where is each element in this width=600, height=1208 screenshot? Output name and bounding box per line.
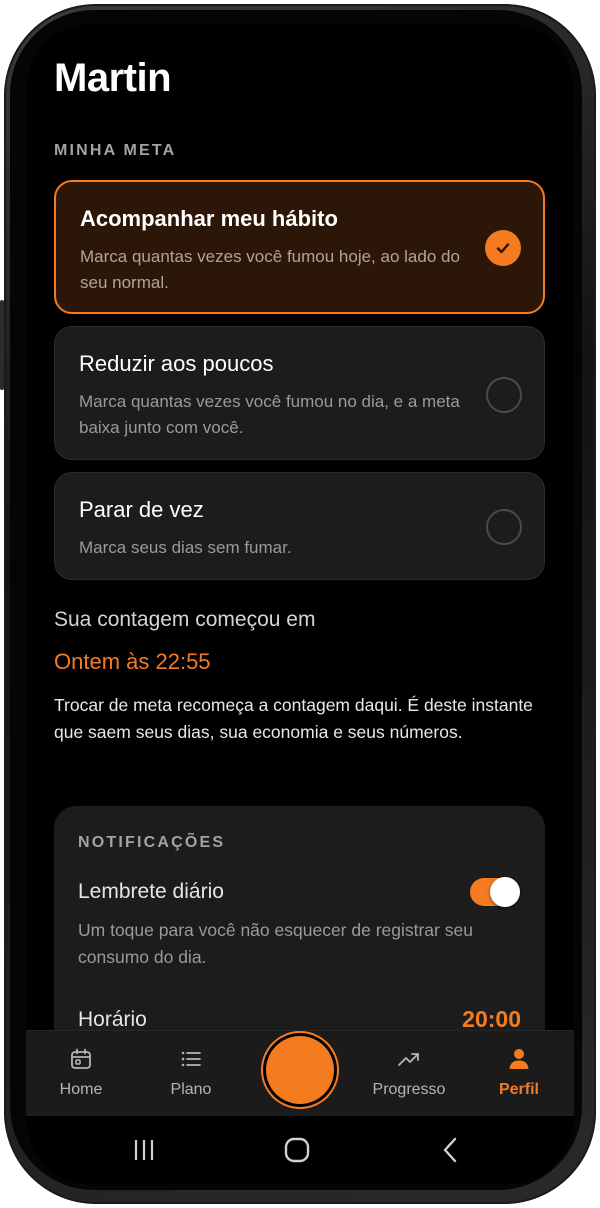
goal-option-track-habit[interactable]: Acompanhar meu hábito Marca quantas veze…: [54, 180, 545, 314]
back-icon[interactable]: [431, 1130, 471, 1170]
tab-label: Home: [59, 1081, 103, 1098]
calendar-icon: [71, 1048, 91, 1069]
daily-reminder-label: Lembrete diário: [78, 880, 224, 903]
goal-option-description: Marca quantas vezes você fumou hoje, ao …: [80, 247, 460, 292]
daily-reminder-description: Um toque para você não esquecer de regis…: [78, 920, 473, 967]
tab-plano[interactable]: Plano: [136, 1031, 246, 1117]
tab-label: Perfil: [498, 1081, 539, 1098]
home-icon[interactable]: [277, 1130, 317, 1170]
system-navigation-bar: [26, 1116, 574, 1184]
recents-icon[interactable]: [124, 1130, 164, 1170]
tab-home[interactable]: Home: [26, 1031, 136, 1117]
tab-perfil[interactable]: Perfil: [464, 1031, 574, 1117]
phone-side-button: [0, 300, 4, 390]
list-icon: [181, 1051, 201, 1067]
daily-reminder-toggle[interactable]: [470, 877, 520, 907]
page-title: Martin: [54, 56, 172, 100]
reminder-time-value[interactable]: 20:00: [462, 1006, 521, 1033]
goal-option-reduce-gradually[interactable]: Reduzir aos poucos Marca quantas vezes v…: [54, 326, 545, 460]
radio-unchecked-icon[interactable]: [486, 377, 522, 413]
goal-option-description: Marca quantas vezes você fumou no dia, e…: [79, 392, 460, 437]
record-circle-button[interactable]: [266, 1036, 334, 1104]
tab-progresso[interactable]: Progresso: [354, 1031, 464, 1117]
radio-unchecked-icon[interactable]: [486, 509, 522, 545]
goal-option-description: Marca seus dias sem fumar.: [79, 538, 292, 557]
tab-label: Plano: [170, 1081, 212, 1098]
app-screen: Martin MINHA META Acompanhar meu hábito …: [26, 24, 574, 1184]
reminder-time-label: Horário: [78, 1008, 147, 1031]
goal-option-quit[interactable]: Parar de vez Marca seus dias sem fumar.: [54, 472, 545, 580]
count-start-value[interactable]: Ontem às 22:55: [54, 649, 211, 675]
trending-up-icon: [398, 1053, 419, 1066]
count-start-label: Sua contagem começou em: [54, 608, 316, 631]
goal-option-title: Acompanhar meu hábito: [80, 206, 338, 231]
radio-checked-icon[interactable]: [485, 230, 521, 266]
goal-section-label: MINHA META: [54, 142, 177, 159]
toggle-knob: [490, 877, 520, 907]
notifications-section-label: NOTIFICAÇÕES: [78, 834, 226, 851]
person-icon: [509, 1049, 529, 1069]
count-start-note: Trocar de meta recomeça a contagem daqui…: [54, 695, 533, 742]
tab-label: Progresso: [372, 1081, 446, 1098]
goal-option-title: Reduzir aos poucos: [79, 351, 274, 376]
goal-option-title: Parar de vez: [79, 497, 204, 522]
